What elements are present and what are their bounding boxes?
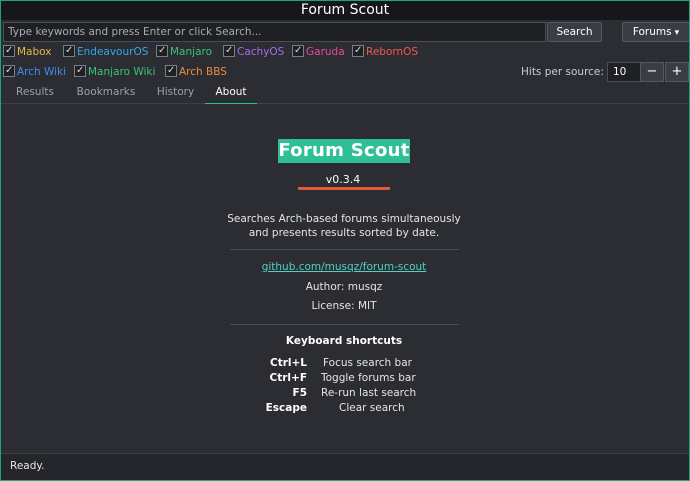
source-label: EndeavourOS [77, 46, 149, 58]
checkbox-checked-icon [3, 42, 15, 60]
source-label: Arch BBS [179, 66, 227, 78]
shortcut-row: Escape Clear search [201, 402, 487, 416]
divider [230, 324, 459, 325]
forums-button-label: Forums [632, 26, 672, 38]
checkbox-checked-icon [292, 42, 304, 60]
search-row: Search Forums▾ [1, 22, 689, 42]
source-checkbox-manjaro[interactable]: Manjaro [156, 42, 213, 61]
shortcut-key: Ctrl+F [269, 372, 307, 384]
source-checkbox-arch-bbs[interactable]: Arch BBS [165, 62, 227, 81]
version-underline [298, 187, 390, 190]
checkbox-checked-icon [63, 42, 75, 60]
app-title: Forum Scout [278, 139, 410, 163]
source-label: Manjaro [170, 46, 213, 58]
window-title: Forum Scout [1, 1, 689, 20]
source-checkbox-manjaro-wiki[interactable]: Manjaro Wiki [74, 62, 156, 81]
checkbox-checked-icon [3, 62, 15, 80]
author-label: Author: musqz [305, 281, 383, 293]
forums-dropdown-button[interactable]: Forums ▾ [622, 22, 689, 42]
status-text: Ready. [10, 460, 45, 472]
shortcut-row: Ctrl+L Focus search bar [201, 357, 487, 371]
about-panel: Forum Scout v0.3.4 Searches Arch-based f… [1, 104, 689, 451]
chevron-down-icon: ▾ [674, 28, 680, 38]
shortcut-row: F5 Re-run last search [201, 387, 487, 401]
description: Searches Arch-based forums simultaneousl… [201, 212, 487, 240]
source-checkbox-rebornos[interactable]: RebornOS [352, 42, 419, 61]
source-checkbox-cachyos[interactable]: CachyOS [223, 42, 285, 61]
hits-per-source-label: Hits per source: [521, 66, 604, 78]
source-checkbox-endeavouros[interactable]: EndeavourOS [63, 42, 149, 61]
source-checkbox-mabox[interactable]: Mabox [3, 42, 52, 61]
shortcut-desc: Re-run last search [321, 387, 417, 399]
tab-results[interactable]: Results [6, 84, 64, 103]
source-label: Manjaro Wiki [88, 66, 156, 78]
source-label: RebornOS [366, 46, 419, 58]
shortcuts-title: Keyboard shortcuts [285, 335, 403, 347]
license-label: License: MIT [311, 300, 377, 312]
shortcut-desc: Toggle forums bar [321, 372, 416, 384]
version-label: v0.3.4 [325, 173, 361, 186]
tab-bookmarks[interactable]: Bookmarks [69, 84, 143, 103]
checkbox-checked-icon [156, 42, 168, 60]
shortcut-desc: Clear search [339, 402, 405, 414]
repo-link[interactable]: github.com/musqz/forum-scout [201, 261, 487, 273]
shortcut-key: F5 [292, 387, 307, 399]
hits-increment-button[interactable]: + [665, 62, 689, 82]
main-window: Forum Scout Search Forums▾ Mabox Endeavo… [0, 0, 690, 481]
shortcut-key: Ctrl+L [270, 357, 307, 369]
source-label: Arch Wiki [17, 66, 67, 78]
shortcut-row: Ctrl+F Toggle forums bar [201, 372, 487, 386]
source-label: Mabox [17, 46, 52, 58]
tab-bar: Results Bookmarks History About [1, 84, 689, 105]
source-label: CachyOS [237, 46, 285, 58]
tab-about[interactable]: About [205, 84, 257, 105]
description-line-2: and presents results sorted by date. [248, 227, 440, 239]
checkbox-checked-icon [352, 42, 364, 60]
hits-per-source-input[interactable]: 10 [607, 62, 642, 82]
shortcut-desc: Focus search bar [323, 357, 412, 369]
tab-history[interactable]: History [149, 84, 202, 103]
shortcut-key: Escape [265, 402, 307, 414]
checkbox-checked-icon [165, 62, 177, 80]
hits-decrement-button[interactable]: − [640, 62, 664, 82]
divider [230, 249, 459, 250]
source-checkbox-garuda[interactable]: Garuda [292, 42, 345, 61]
checkbox-checked-icon [223, 42, 235, 60]
status-bar: Ready. [1, 453, 689, 480]
checkbox-checked-icon [74, 62, 86, 80]
description-line-1: Searches Arch-based forums simultaneousl… [227, 213, 461, 225]
source-label: Garuda [306, 46, 345, 58]
source-checkbox-arch-wiki[interactable]: Arch Wiki [3, 62, 67, 81]
search-button[interactable]: Search [547, 22, 602, 42]
search-input[interactable] [3, 22, 546, 42]
